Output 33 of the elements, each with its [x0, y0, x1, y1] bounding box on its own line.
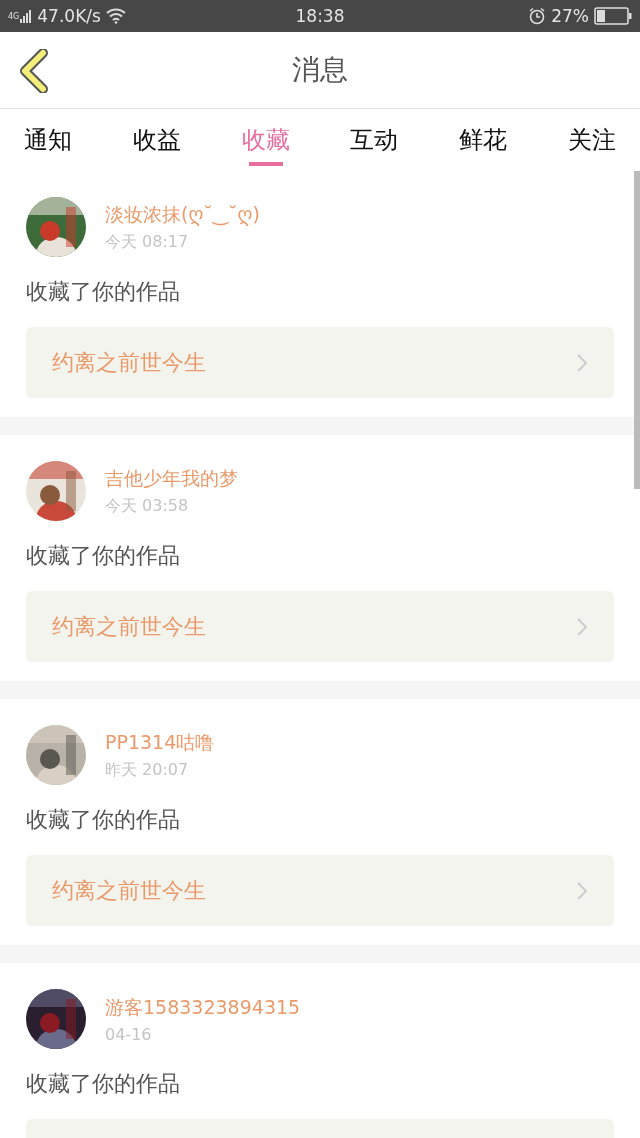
battery-percent: 27%	[551, 6, 589, 26]
page-title: 消息	[292, 52, 348, 88]
tab[interactable]: 互动	[334, 109, 415, 171]
message-time: 昨天 20:07	[105, 759, 190, 781]
tab[interactable]: 收益	[116, 109, 197, 171]
work-link[interactable]: 约离之前世今生	[26, 855, 614, 926]
user-name[interactable]: 游客1583323894315	[105, 994, 301, 1021]
action-text: 收藏了你的作品	[26, 542, 181, 570]
work-link[interactable]: 约离之前世今生	[26, 327, 614, 398]
battery-icon	[594, 7, 632, 25]
chevron-right-icon	[576, 880, 588, 901]
network-speed: 47.0K/s	[37, 6, 101, 26]
message-time: 今天 08:17	[105, 231, 190, 253]
message-time: 04-16	[105, 1024, 153, 1044]
action-text: 收藏了你的作品	[26, 1070, 181, 1098]
user-name[interactable]: PP1314咕噜	[105, 729, 215, 756]
work-link[interactable]: 约离之前世今生	[26, 591, 614, 662]
tab[interactable]: 鲜花	[443, 109, 524, 171]
scrollbar-thumb[interactable]	[634, 171, 640, 489]
clock: 18:38	[295, 6, 345, 26]
network-type: 4G	[8, 12, 20, 21]
user-name[interactable]: 淡妆浓抹(ღ˘‿˘ღ)	[105, 201, 260, 228]
wifi-icon	[105, 8, 126, 24]
tab[interactable]: 通知	[8, 109, 88, 171]
action-text: 收藏了你的作品	[26, 278, 181, 306]
user-name[interactable]: 吉他少年我的梦	[105, 465, 238, 492]
alarm-icon	[528, 7, 547, 25]
chevron-right-icon	[576, 616, 588, 637]
signal-icon	[20, 9, 33, 23]
message-time: 今天 03:58	[105, 495, 190, 517]
tab[interactable]: 关注	[552, 109, 632, 171]
chevron-right-icon	[576, 352, 588, 373]
action-text: 收藏了你的作品	[26, 806, 181, 834]
